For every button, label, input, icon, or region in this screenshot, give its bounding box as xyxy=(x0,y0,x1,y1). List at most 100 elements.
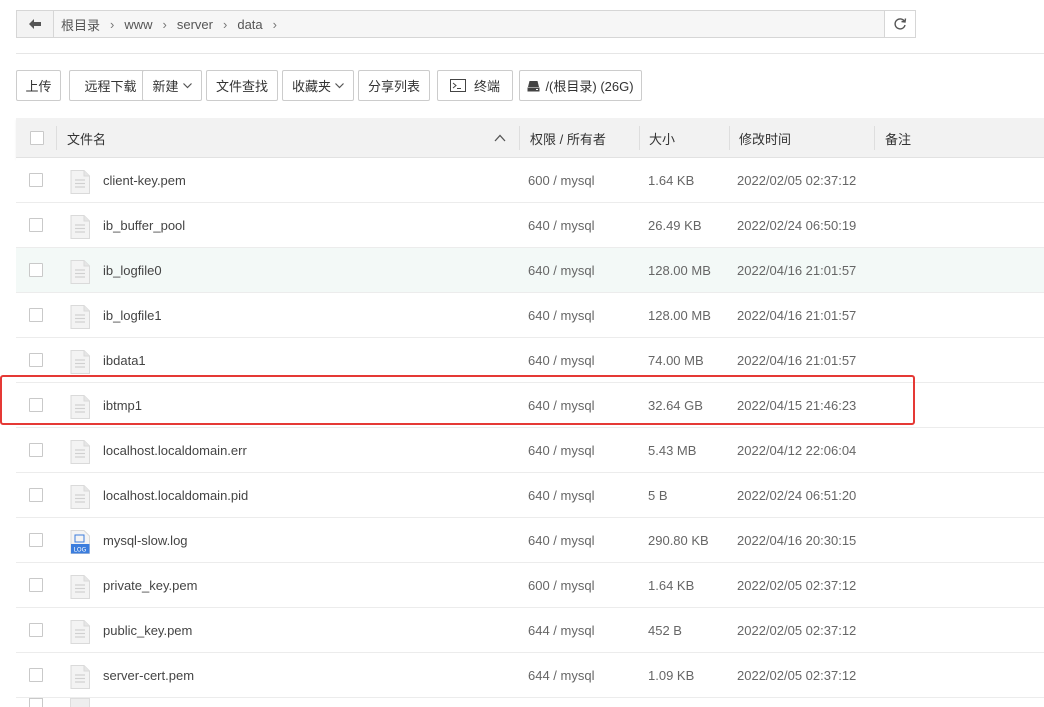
text-file-icon xyxy=(70,665,90,689)
table-row[interactable]: ib_buffer_pool 640 / mysql 26.49 KB 2022… xyxy=(16,203,1044,248)
file-search-label: 文件查找 xyxy=(215,79,268,94)
column-divider xyxy=(639,126,640,150)
table-row[interactable]: localhost.localdomain.pid 640 / mysql 5 … xyxy=(16,473,1044,518)
file-name[interactable]: private_key.pem xyxy=(103,563,197,607)
column-header-perm[interactable]: 权限 / 所有者 xyxy=(530,118,606,158)
row-checkbox[interactable] xyxy=(29,533,43,547)
file-mtime: 2022/02/05 02:37:12 xyxy=(737,622,857,638)
file-permission[interactable]: 640 / mysql xyxy=(528,518,594,562)
table-row[interactable]: localhost.localdomain.err 640 / mysql 5.… xyxy=(16,428,1044,473)
row-checkbox[interactable] xyxy=(29,173,43,187)
file-permission[interactable]: 640 / mysql xyxy=(528,338,594,382)
file-permission[interactable]: 644 / mysql xyxy=(528,653,594,697)
chevron-down-icon xyxy=(335,82,344,89)
breadcrumb-item-root[interactable]: 根目录 xyxy=(61,15,100,34)
table-row[interactable]: ib_logfile1 640 / mysql 128.00 MB 2022/0… xyxy=(16,293,1044,338)
file-permission[interactable]: 640 / mysql xyxy=(528,428,594,472)
file-name[interactable]: ib_logfile0 xyxy=(103,248,162,292)
row-checkbox[interactable] xyxy=(29,698,43,707)
file-size: 290.80 KB xyxy=(648,532,709,548)
table-row[interactable]: ibtmp1 640 / mysql 32.64 GB 2022/04/15 2… xyxy=(16,383,1044,428)
favorites-button[interactable]: 收藏夹 xyxy=(282,70,354,101)
table-row[interactable]: client-key.pem 600 / mysql 1.64 KB 2022/… xyxy=(16,158,1044,203)
file-permission[interactable]: 640 / mysql xyxy=(528,203,594,247)
file-permission[interactable]: 600 / mysql xyxy=(528,158,594,202)
file-name[interactable]: mysql-slow.log xyxy=(103,518,188,562)
file-permission[interactable]: 600 / mysql xyxy=(528,563,594,607)
column-header-size[interactable]: 大小 xyxy=(649,118,675,158)
select-all-checkbox[interactable] xyxy=(30,131,44,145)
table-row[interactable]: ib_logfile0 640 / mysql 128.00 MB 2022/0… xyxy=(16,248,1044,293)
file-mtime: 2022/04/16 21:01:57 xyxy=(737,352,857,368)
text-file-icon xyxy=(70,620,90,644)
chevron-right-icon: › xyxy=(110,16,115,32)
table-row[interactable]: ibdata1 640 / mysql 74.00 MB 2022/04/16 … xyxy=(16,338,1044,383)
file-search-button[interactable]: 文件查找 xyxy=(206,70,278,101)
file-name[interactable]: ib_buffer_pool xyxy=(103,203,185,247)
table-row[interactable]: server-cert.pem 644 / mysql 1.09 KB 2022… xyxy=(16,653,1044,698)
row-checkbox[interactable] xyxy=(29,308,43,322)
divider xyxy=(16,53,1044,54)
upload-label: 上传 xyxy=(25,79,52,94)
file-name[interactable]: ibtmp1 xyxy=(103,383,142,427)
row-checkbox-cell xyxy=(29,473,43,517)
file-permission[interactable]: 640 / mysql xyxy=(528,473,594,517)
row-checkbox[interactable] xyxy=(29,578,43,592)
row-checkbox[interactable] xyxy=(29,218,43,232)
row-checkbox[interactable] xyxy=(29,443,43,457)
text-file-icon xyxy=(70,440,90,464)
text-file-icon xyxy=(70,350,90,374)
file-size: 128.00 MB xyxy=(648,307,711,323)
column-header-name[interactable]: 文件名 xyxy=(67,118,517,158)
table-row[interactable]: LOG mysql-slow.log 640 / mysql 290.80 KB… xyxy=(16,518,1044,563)
breadcrumb-item-server[interactable]: server xyxy=(177,17,213,32)
breadcrumb-item-data[interactable]: data xyxy=(237,17,262,32)
table-row[interactable]: private_key.pem 600 / mysql 1.64 KB 2022… xyxy=(16,563,1044,608)
file-mtime: 2022/02/24 06:50:19 xyxy=(737,217,857,233)
refresh-button[interactable] xyxy=(884,11,915,37)
column-divider xyxy=(874,126,875,150)
row-checkbox[interactable] xyxy=(29,623,43,637)
row-checkbox[interactable] xyxy=(29,668,43,682)
sort-asc-icon[interactable] xyxy=(494,118,506,158)
share-list-button[interactable]: 分享列表 xyxy=(358,70,430,101)
file-name[interactable]: localhost.localdomain.err xyxy=(103,428,247,472)
chevron-down-icon xyxy=(182,82,192,89)
file-name[interactable]: ib_logfile1 xyxy=(103,293,162,337)
row-checkbox[interactable] xyxy=(29,263,43,277)
file-size: 5 B xyxy=(648,487,668,503)
file-name[interactable]: public_key.pem xyxy=(103,608,192,652)
terminal-button[interactable]: 终端 xyxy=(437,70,513,101)
file-permission[interactable]: 644 / mysql xyxy=(528,608,594,652)
file-permission[interactable]: 640 / mysql xyxy=(528,383,594,427)
new-button[interactable]: 新建 xyxy=(142,70,202,101)
row-checkbox-cell xyxy=(29,608,43,652)
column-header-note[interactable]: 备注 xyxy=(885,118,911,158)
file-table-body: client-key.pem 600 / mysql 1.64 KB 2022/… xyxy=(16,158,1044,698)
file-mtime: 2022/04/16 21:01:57 xyxy=(737,262,857,278)
file-name[interactable]: server-cert.pem xyxy=(103,653,194,697)
file-size: 1.64 KB xyxy=(648,172,695,188)
column-header-mtime[interactable]: 修改时间 xyxy=(739,118,791,158)
file-name[interactable]: client-key.pem xyxy=(103,158,186,202)
file-permission[interactable]: 640 / mysql xyxy=(528,293,594,337)
row-checkbox[interactable] xyxy=(29,488,43,502)
share-list-label: 分享列表 xyxy=(367,79,420,94)
disk-button[interactable]: /(根目录) (26G) xyxy=(519,70,642,101)
column-divider xyxy=(56,126,57,150)
file-name[interactable]: ibdata1 xyxy=(103,338,146,382)
table-row[interactable]: public_key.pem 644 / mysql 452 B 2022/02… xyxy=(16,608,1044,653)
svg-text:LOG: LOG xyxy=(74,547,87,554)
file-size: 5.43 MB xyxy=(648,442,697,458)
row-checkbox[interactable] xyxy=(29,398,43,412)
new-label: 新建 xyxy=(152,79,179,94)
row-checkbox[interactable] xyxy=(29,353,43,367)
back-button[interactable] xyxy=(17,11,54,37)
remote-download-button[interactable]: 远程下载 xyxy=(69,70,152,101)
file-name[interactable]: localhost.localdomain.pid xyxy=(103,473,248,517)
breadcrumb-item-www[interactable]: www xyxy=(124,17,152,32)
row-checkbox-cell xyxy=(29,338,43,382)
upload-button[interactable]: 上传 xyxy=(16,70,61,101)
file-permission[interactable]: 640 / mysql xyxy=(528,248,594,292)
row-checkbox-cell xyxy=(29,563,43,607)
